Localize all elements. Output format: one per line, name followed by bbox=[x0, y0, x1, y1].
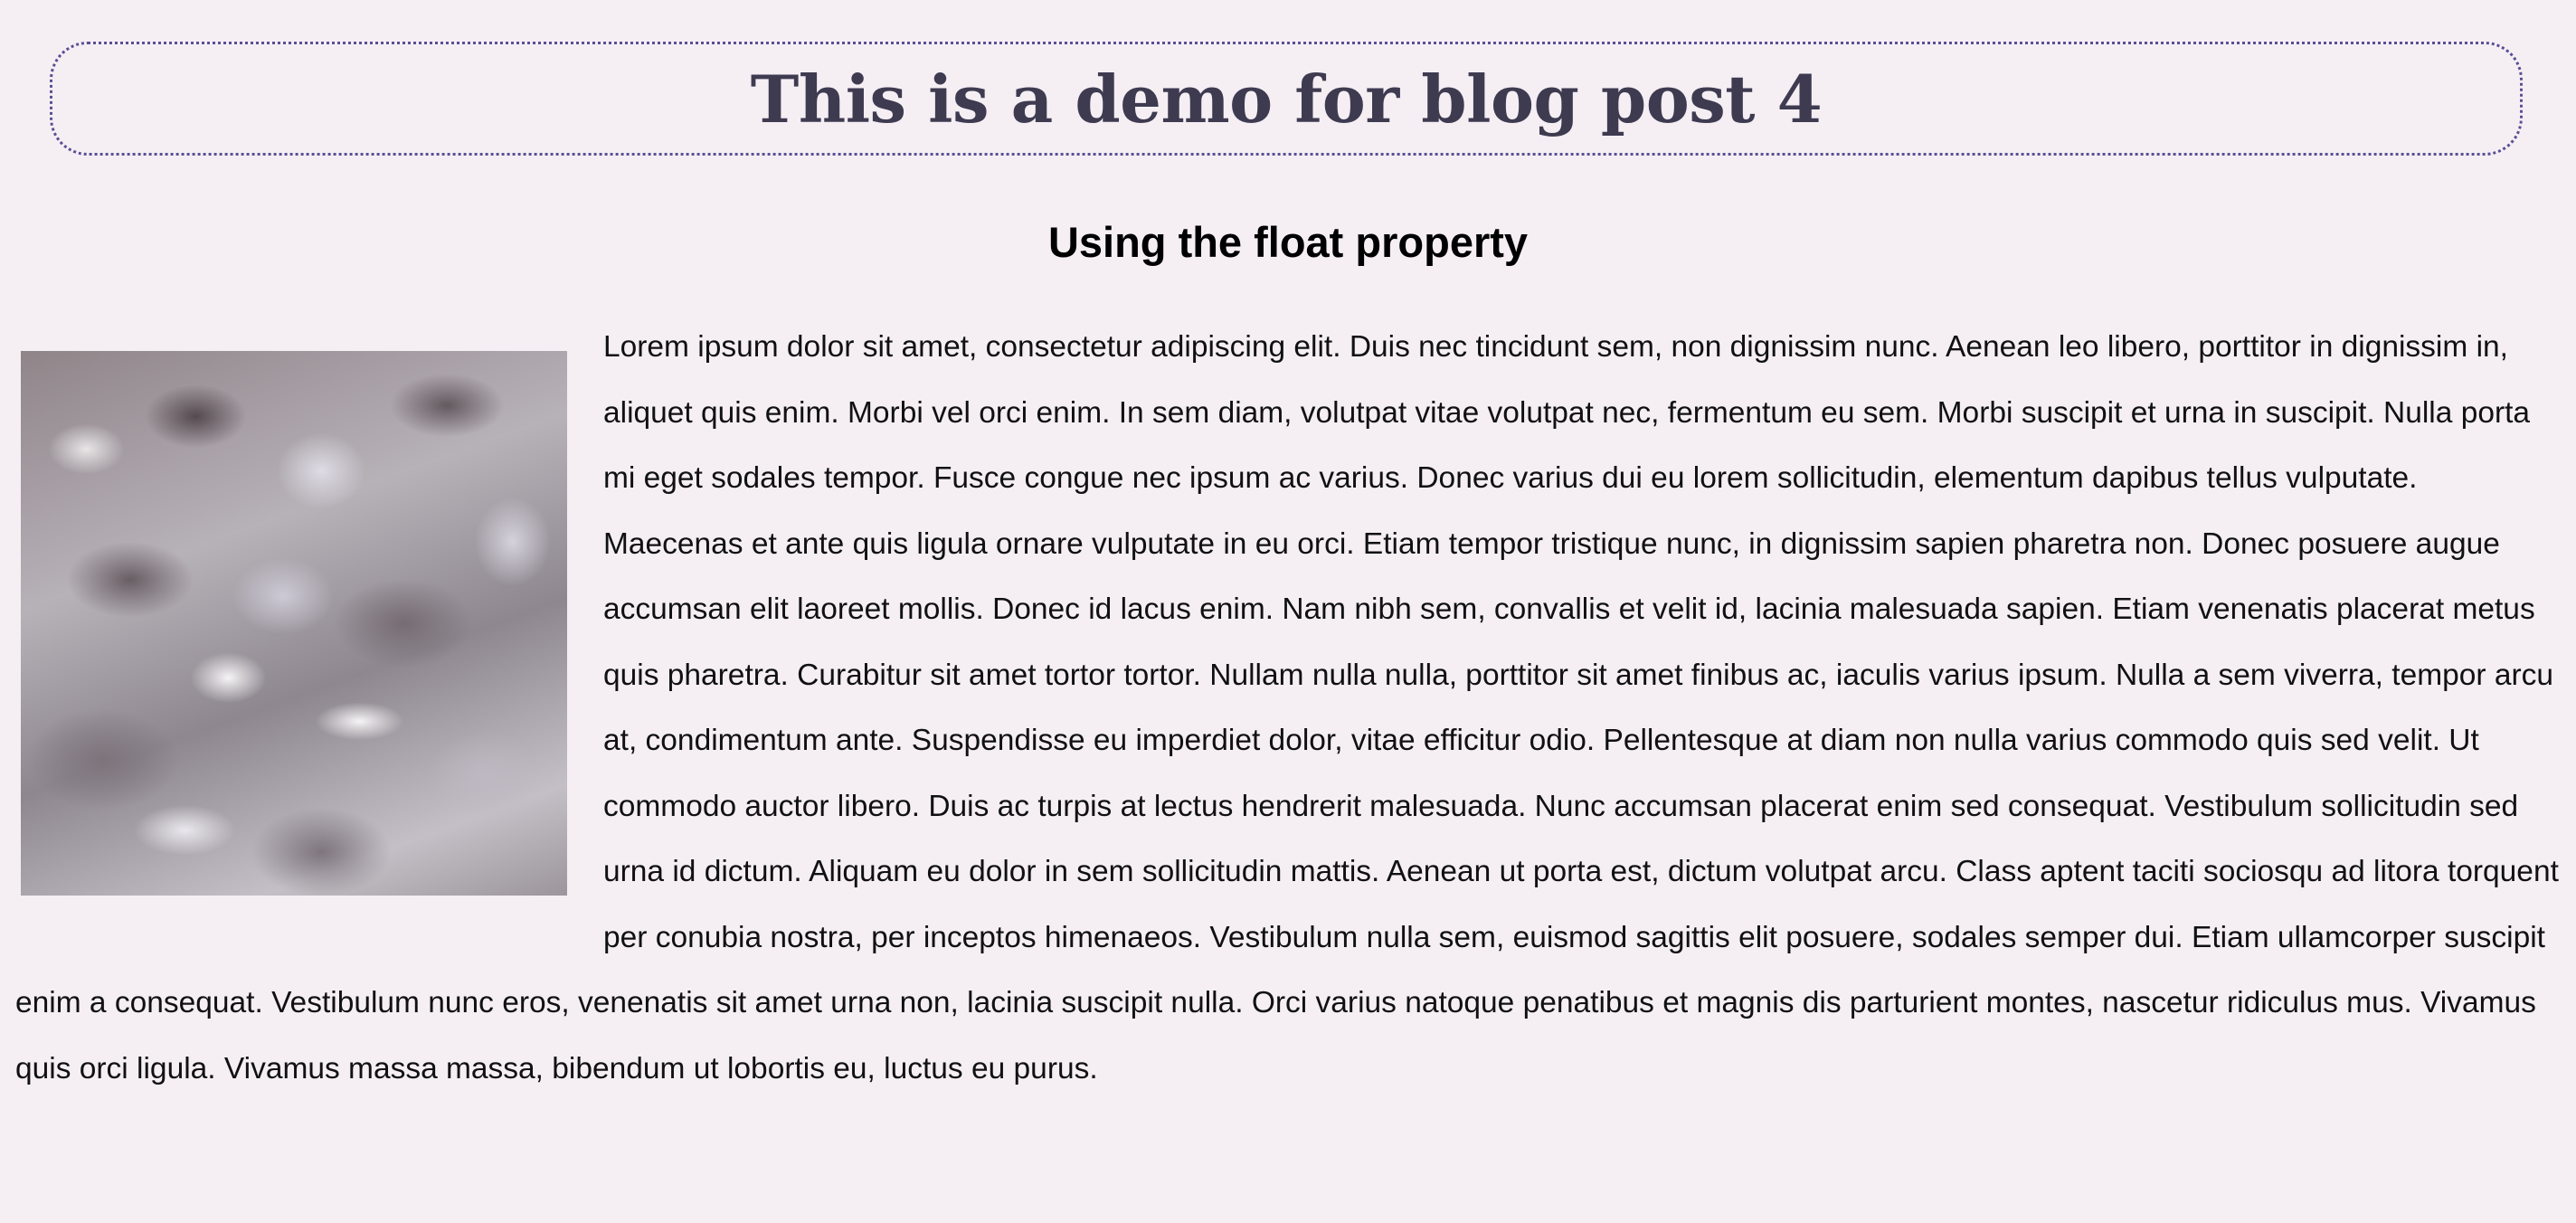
section-subtitle: Using the float property bbox=[1047, 218, 1529, 266]
article-content: Lorem ipsum dolor sit amet, consectetur … bbox=[15, 315, 2561, 1102]
water-texture-image bbox=[21, 351, 567, 896]
page-title: This is a demo for blog post 4 bbox=[750, 60, 1823, 137]
title-box: This is a demo for blog post 4 bbox=[50, 42, 2523, 156]
